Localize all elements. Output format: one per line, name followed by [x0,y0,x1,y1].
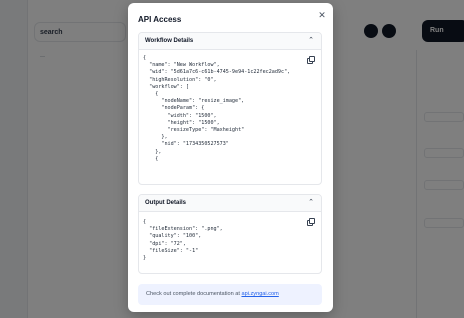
workflow-details-title: Workflow Details [145,38,194,44]
chevron-up-icon[interactable]: ⌃ [307,37,315,45]
documentation-text: Check out complete documentation at api.… [146,291,279,297]
output-details-title: Output Details [145,200,187,206]
workflow-details-section: Workflow Details ⌃ { "name": "New Workfl… [138,32,322,185]
copy-workflow-button[interactable] [307,56,316,65]
documentation-prefix: Check out complete documentation at [146,291,242,297]
workflow-json-code: { "name": "New Workflow", "wid": "5d61a7… [143,55,291,162]
output-details-header[interactable]: Output Details ⌃ [139,195,321,212]
modal-title: API Access [138,15,182,24]
documentation-link[interactable]: api.zyngai.com [241,291,278,297]
output-json-code: { "fileExtension": ".png", "quality": "1… [143,219,223,262]
copy-output-button[interactable] [307,218,316,227]
workflow-details-header[interactable]: Workflow Details ⌃ [139,33,321,50]
close-icon: ✕ [318,10,326,20]
output-details-section: Output Details ⌃ { "fileExtension": ".pn… [138,194,322,274]
close-button[interactable]: ✕ [316,9,328,21]
chevron-up-icon[interactable]: ⌃ [307,199,315,207]
api-access-modal: API Access ✕ Workflow Details ⌃ { "name"… [128,3,333,312]
documentation-banner: Check out complete documentation at api.… [138,284,322,305]
